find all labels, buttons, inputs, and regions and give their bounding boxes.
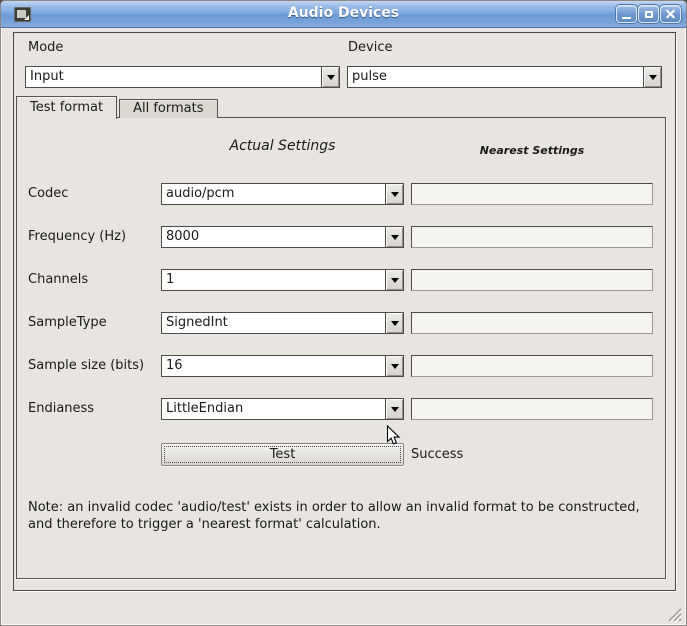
down-arrow-glyph	[391, 278, 399, 283]
row-label: Codec	[28, 186, 68, 201]
down-arrow-glyph	[649, 75, 657, 80]
down-arrow-glyph	[391, 235, 399, 240]
chevron-down-icon[interactable]	[385, 184, 403, 204]
titlebar[interactable]: Audio Devices	[1, 1, 686, 28]
row-combobox[interactable]: SignedInt	[161, 312, 404, 334]
maximize-button[interactable]	[638, 5, 659, 23]
chevron-down-icon[interactable]	[385, 356, 403, 376]
chevron-down-icon[interactable]	[385, 270, 403, 290]
mode-label: Mode	[28, 40, 63, 55]
chevron-down-icon[interactable]	[321, 67, 339, 87]
chevron-down-icon[interactable]	[385, 227, 403, 247]
row-label: Frequency (Hz)	[28, 229, 126, 244]
mode-value: Input	[26, 67, 321, 87]
status-text: Success	[411, 447, 463, 462]
combo-value: SignedInt	[162, 313, 385, 333]
test-format-pane: Actual Settings Nearest Settings Codec a…	[16, 117, 666, 579]
nearest-field	[411, 312, 653, 334]
content-frame: Mode Input Device pulse Test format All …	[13, 32, 676, 591]
resize-grip[interactable]	[666, 606, 682, 622]
combo-value: 16	[162, 356, 385, 376]
form-row: Endianess LittleEndian	[17, 398, 665, 420]
audio-devices-window: Audio Devices Mode Input Device pulse Te…	[0, 0, 687, 626]
row-combobox[interactable]: 1	[161, 269, 404, 291]
tab-all-formats[interactable]: All formats	[119, 99, 217, 118]
row-combobox[interactable]: 16	[161, 355, 404, 377]
form-row: Frequency (Hz) 8000	[17, 226, 665, 248]
minimize-icon	[622, 17, 631, 19]
nearest-field	[411, 183, 653, 205]
mouse-cursor-icon	[386, 425, 401, 447]
chevron-down-icon[interactable]	[385, 313, 403, 333]
nearest-field	[411, 355, 653, 377]
note-text: Note: an invalid codec 'audio/test' exis…	[28, 499, 668, 533]
chevron-down-icon[interactable]	[643, 67, 661, 87]
note-line-1: Note: an invalid codec 'audio/test' exis…	[28, 499, 668, 516]
form-row: SampleType SignedInt	[17, 312, 665, 334]
nearest-field	[411, 269, 653, 291]
combo-value: audio/pcm	[162, 184, 385, 204]
client-area: Mode Input Device pulse Test format All …	[1, 28, 686, 625]
test-button[interactable]: Test	[161, 443, 404, 466]
close-icon	[665, 9, 676, 20]
down-arrow-glyph	[391, 364, 399, 369]
row-label: Channels	[28, 272, 88, 287]
nearest-settings-header: Nearest Settings	[411, 144, 653, 157]
minimize-button[interactable]	[616, 5, 637, 23]
chevron-down-icon[interactable]	[385, 399, 403, 419]
maximize-icon	[645, 11, 653, 18]
form-row: Channels 1	[17, 269, 665, 291]
combo-value: 1	[162, 270, 385, 290]
nearest-field	[411, 226, 653, 248]
device-combobox[interactable]: pulse	[347, 66, 662, 88]
down-arrow-glyph	[327, 75, 335, 80]
device-value: pulse	[348, 67, 643, 87]
combo-value: 8000	[162, 227, 385, 247]
row-label: Endianess	[28, 401, 94, 416]
row-combobox[interactable]: audio/pcm	[161, 183, 404, 205]
tab-test-format[interactable]: Test format	[16, 96, 117, 119]
mode-combobox[interactable]: Input	[25, 66, 340, 88]
row-combobox[interactable]: LittleEndian	[161, 398, 404, 420]
row-label: SampleType	[28, 315, 107, 330]
down-arrow-glyph	[391, 321, 399, 326]
note-line-2: and therefore to trigger a 'nearest form…	[28, 516, 668, 533]
close-button[interactable]	[660, 5, 681, 23]
down-arrow-glyph	[391, 192, 399, 197]
actual-settings-header: Actual Settings	[161, 138, 404, 154]
row-label: Sample size (bits)	[28, 358, 144, 373]
tab-bar: Test format All formats	[16, 95, 218, 118]
device-label: Device	[348, 40, 392, 55]
nearest-field	[411, 398, 653, 420]
down-arrow-glyph	[391, 407, 399, 412]
combo-value: LittleEndian	[162, 399, 385, 419]
window-title: Audio Devices	[1, 5, 686, 21]
row-combobox[interactable]: 8000	[161, 226, 404, 248]
form-row: Codec audio/pcm	[17, 183, 665, 205]
test-button-label: Test	[270, 447, 296, 462]
form-row: Sample size (bits) 16	[17, 355, 665, 377]
